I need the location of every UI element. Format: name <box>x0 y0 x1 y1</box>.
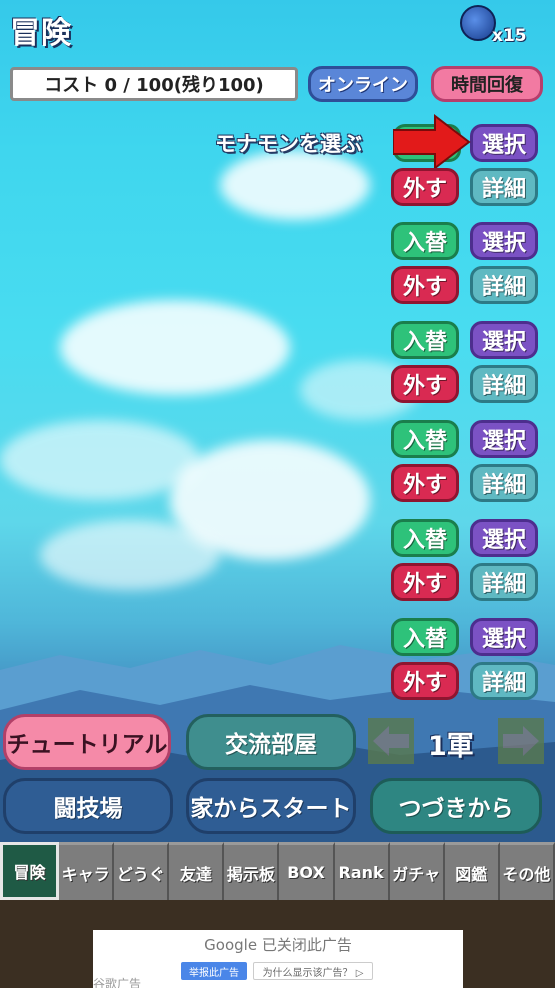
prev-army-button[interactable] <box>368 718 414 764</box>
next-army-button[interactable] <box>498 718 544 764</box>
moon-count: x15 <box>492 26 527 46</box>
remove-button[interactable]: 外す <box>391 464 459 502</box>
select-button[interactable]: 選択 <box>470 519 538 557</box>
swap-button[interactable]: 入替 <box>391 222 459 260</box>
page-title: 冒険 <box>10 16 72 51</box>
swap-button[interactable]: 入替 <box>391 618 459 656</box>
ad-footer-label: 谷歌广告 <box>93 977 142 988</box>
army-label: 1軍 <box>428 731 474 762</box>
detail-button[interactable]: 詳細 <box>470 563 538 601</box>
tab-board[interactable]: 掲示板 <box>224 842 280 900</box>
remove-button[interactable]: 外す <box>391 168 459 206</box>
arena-button[interactable]: 闘技場 <box>3 778 173 834</box>
sky-cloud <box>60 300 290 395</box>
ad-report-button[interactable]: 举报此广告 <box>181 962 247 980</box>
select-button[interactable]: 選択 <box>470 618 538 656</box>
tab-box[interactable]: BOX <box>279 842 335 900</box>
ad-banner: Google 已关闭此广告 举报此广告 为什么显示该广告？ ▷ <box>93 930 463 988</box>
red-arrow-icon <box>393 114 471 170</box>
swap-button[interactable]: 入替 <box>391 321 459 359</box>
remove-button[interactable]: 外す <box>391 365 459 403</box>
home-start-button[interactable]: 家からスタート <box>186 778 356 834</box>
detail-button[interactable]: 詳細 <box>470 266 538 304</box>
sky-cloud <box>220 150 370 220</box>
select-button[interactable]: 選択 <box>470 321 538 359</box>
tab-friends[interactable]: 友達 <box>169 842 225 900</box>
swap-button[interactable]: 入替 <box>391 519 459 557</box>
ad-closed-text: Google 已关闭此广告 <box>204 936 352 954</box>
detail-button[interactable]: 詳細 <box>470 662 538 700</box>
sky-cloud <box>0 420 200 500</box>
lobby-button[interactable]: 交流部屋 <box>186 714 356 770</box>
tab-character[interactable]: キャラ <box>59 842 115 900</box>
arrow-right-icon <box>503 726 539 756</box>
remove-button[interactable]: 外す <box>391 266 459 304</box>
tutorial-button[interactable]: チュートリアル <box>3 714 171 770</box>
time-recover-button[interactable]: 時間回復 <box>431 66 543 102</box>
detail-button[interactable]: 詳細 <box>470 464 538 502</box>
pick-monster-label: モナモンを選ぶ <box>215 132 362 156</box>
select-button[interactable]: 選択 <box>470 420 538 458</box>
continue-button[interactable]: つづきから <box>370 778 542 834</box>
ad-area: Google 已关闭此广告 举报此广告 为什么显示该广告？ ▷ 谷歌广告 <box>0 900 555 988</box>
remove-button[interactable]: 外す <box>391 563 459 601</box>
tab-adventure[interactable]: 冒険 <box>0 842 60 900</box>
sky-cloud <box>40 520 220 590</box>
select-button[interactable]: 選択 <box>470 222 538 260</box>
tab-rank[interactable]: Rank <box>334 842 390 900</box>
moon-icon <box>460 5 496 41</box>
arrow-left-icon <box>373 726 409 756</box>
swap-button[interactable]: 入替 <box>391 420 459 458</box>
select-button[interactable]: 選択 <box>470 124 538 162</box>
tab-items[interactable]: どうぐ <box>114 842 170 900</box>
bottom-tab-bar: 冒険 キャラ どうぐ 友達 掲示板 BOX Rank ガチャ 図鑑 その他 <box>0 842 555 900</box>
online-button[interactable]: オンライン <box>308 66 418 102</box>
cost-display: コスト 0 / 100(残り100) <box>10 67 298 101</box>
ad-why-button[interactable]: 为什么显示该广告？ ▷ <box>253 962 373 980</box>
detail-button[interactable]: 詳細 <box>470 365 538 403</box>
detail-button[interactable]: 詳細 <box>470 168 538 206</box>
remove-button[interactable]: 外す <box>391 662 459 700</box>
tab-encyclopedia[interactable]: 図鑑 <box>444 842 500 900</box>
tab-gacha[interactable]: ガチャ <box>389 842 445 900</box>
tab-other[interactable]: その他 <box>499 842 555 900</box>
game-screen: 冒険 x15 コスト 0 / 100(残り100) オンライン 時間回復 モナモ… <box>0 0 555 842</box>
